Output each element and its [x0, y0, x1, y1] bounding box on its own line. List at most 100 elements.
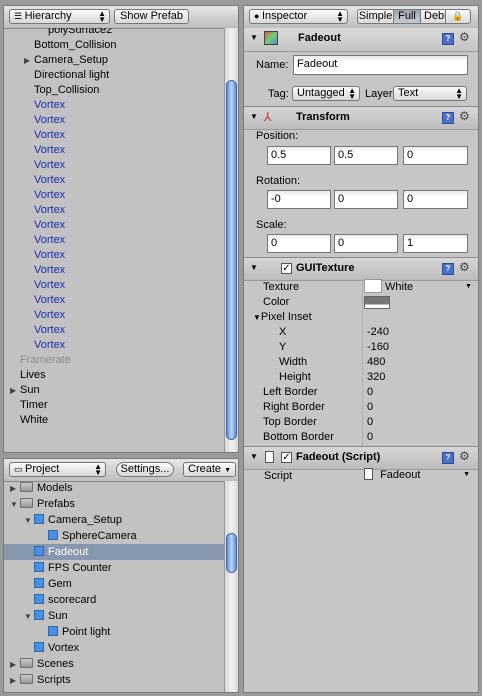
hierarchy-item[interactable]: Framerate: [4, 353, 71, 368]
collapse-triangle-icon[interactable]: ▼: [253, 313, 261, 322]
help-book-icon[interactable]: ?: [442, 112, 454, 124]
property-value[interactable]: 0: [367, 386, 373, 398]
scale-x-field[interactable]: 0: [267, 234, 331, 253]
project-item[interactable]: ▼ Camera_Setup: [4, 512, 224, 528]
hierarchy-item[interactable]: Vortex: [4, 293, 65, 308]
scale-y-field[interactable]: 0: [334, 234, 398, 253]
property-value[interactable]: 480: [367, 356, 385, 368]
expand-triangle-icon[interactable]: ▶: [10, 657, 20, 673]
gear-icon[interactable]: ⚙: [459, 449, 470, 463]
collapse-triangle-icon[interactable]: ▼: [250, 33, 258, 42]
script-header[interactable]: ▼ ✓ Fadeout (Script) ? ⚙: [244, 446, 478, 470]
expand-triangle-icon[interactable]: ▶: [24, 53, 34, 68]
collapse-triangle-icon[interactable]: ▼: [250, 112, 258, 121]
hierarchy-item[interactable]: Vortex: [4, 263, 65, 278]
script-field[interactable]: Fadeout ▼: [364, 468, 472, 481]
hierarchy-scroll-thumb[interactable]: [226, 80, 237, 440]
guitexture-header[interactable]: ▼ ✓ GUITexture ? ⚙: [244, 257, 478, 281]
gear-icon[interactable]: ⚙: [459, 30, 470, 44]
expand-triangle-icon[interactable]: ▼: [24, 513, 34, 529]
expand-triangle-icon[interactable]: ▶: [10, 383, 20, 398]
mode-full-button[interactable]: Full: [393, 9, 421, 24]
hierarchy-item[interactable]: Vortex: [4, 248, 65, 263]
position-z-field[interactable]: 0: [403, 146, 468, 165]
scale-z-field[interactable]: 1: [403, 234, 468, 253]
hierarchy-item[interactable]: Vortex: [4, 113, 65, 128]
hierarchy-item[interactable]: ▶ Sun: [4, 383, 40, 398]
hierarchy-item[interactable]: Vortex: [4, 308, 65, 323]
show-prefab-button[interactable]: Show Prefab: [114, 9, 189, 24]
name-field[interactable]: Fadeout: [293, 55, 468, 75]
property-value[interactable]: -160: [367, 341, 389, 353]
gear-icon[interactable]: ⚙: [459, 260, 470, 274]
project-item[interactable]: FPS Counter: [4, 560, 224, 576]
collapse-triangle-icon[interactable]: ▼: [250, 263, 258, 272]
hierarchy-item[interactable]: Vortex: [4, 203, 65, 218]
project-scrollbar[interactable]: [224, 481, 238, 692]
project-scroll-thumb[interactable]: [226, 533, 237, 573]
project-item[interactable]: ▶ Models: [4, 481, 224, 496]
property-value[interactable]: 0: [367, 416, 373, 428]
project-item[interactable]: ▼ Sun: [4, 608, 224, 624]
hierarchy-item[interactable]: Vortex: [4, 278, 65, 293]
project-item[interactable]: Gem: [4, 576, 224, 592]
hierarchy-item[interactable]: Vortex: [4, 143, 65, 158]
rotation-z-field[interactable]: 0: [403, 190, 468, 209]
property-value[interactable]: White: [385, 281, 413, 293]
hierarchy-scrollbar[interactable]: [224, 28, 238, 452]
hierarchy-item[interactable]: Timer: [4, 398, 48, 413]
help-book-icon[interactable]: ?: [442, 33, 454, 45]
expand-triangle-icon[interactable]: ▶: [10, 481, 20, 497]
property-value[interactable]: -240: [367, 326, 389, 338]
hierarchy-item[interactable]: Vortex: [4, 173, 65, 188]
position-x-field[interactable]: 0.5: [267, 146, 331, 165]
color-swatch[interactable]: [364, 296, 390, 309]
hierarchy-item[interactable]: Lives: [4, 368, 46, 383]
hierarchy-item[interactable]: Directional light: [4, 68, 109, 83]
texture-swatch[interactable]: [364, 279, 382, 293]
gear-icon[interactable]: ⚙: [459, 109, 470, 123]
create-button[interactable]: Create ▼: [183, 462, 236, 477]
expand-triangle-icon[interactable]: ▼: [24, 609, 34, 625]
hierarchy-item[interactable]: Vortex: [4, 158, 65, 173]
hierarchy-item[interactable]: Vortex: [4, 218, 65, 233]
hierarchy-item[interactable]: Vortex: [4, 188, 65, 203]
hierarchy-item[interactable]: White: [4, 413, 48, 428]
mode-simple-button[interactable]: Simple: [357, 9, 394, 24]
property-value[interactable]: 320: [367, 371, 385, 383]
expand-triangle-icon[interactable]: ▼: [10, 497, 20, 513]
hierarchy-item[interactable]: Vortex: [4, 338, 65, 353]
settings-button[interactable]: Settings...: [116, 462, 174, 477]
tag-dropdown[interactable]: Untagged ▲ ▼: [292, 86, 360, 101]
lock-button[interactable]: 🔒: [445, 9, 471, 24]
hierarchy-item[interactable]: Vortex: [4, 233, 65, 248]
project-item[interactable]: ▼ Prefabs: [4, 496, 224, 512]
hierarchy-item[interactable]: Vortex: [4, 323, 65, 338]
hierarchy-item[interactable]: Vortex: [4, 128, 65, 143]
script-enabled-checkbox[interactable]: ✓: [281, 452, 292, 463]
layer-dropdown[interactable]: Text ▲ ▼: [393, 86, 467, 101]
mode-debug-button[interactable]: Debu: [420, 9, 446, 24]
project-dropdown[interactable]: ▭ Project ▲ ▼: [9, 462, 106, 477]
chevron-down-icon[interactable]: ▼: [465, 283, 472, 290]
inspector-dropdown[interactable]: ● Inspector ▲ ▼: [249, 9, 348, 24]
rotation-y-field[interactable]: 0: [334, 190, 398, 209]
hierarchy-dropdown[interactable]: ☰ Hierarchy ▲ ▼: [9, 9, 110, 24]
help-book-icon[interactable]: ?: [442, 263, 454, 275]
project-item[interactable]: ▶ Scripts: [4, 672, 224, 688]
position-y-field[interactable]: 0.5: [334, 146, 398, 165]
expand-triangle-icon[interactable]: ▶: [10, 673, 20, 689]
project-item[interactable]: scorecard: [4, 592, 224, 608]
project-item[interactable]: SphereCamera: [4, 528, 224, 544]
hierarchy-item[interactable]: Top_Collision: [4, 83, 99, 98]
hierarchy-item[interactable]: Vortex: [4, 98, 65, 113]
project-item[interactable]: Fadeout: [4, 544, 224, 560]
hierarchy-item[interactable]: polySurface2: [4, 28, 112, 38]
hierarchy-item[interactable]: Bottom_Collision: [4, 38, 117, 53]
rotation-x-field[interactable]: -0: [267, 190, 331, 209]
collapse-triangle-icon[interactable]: ▼: [250, 452, 258, 461]
property-value[interactable]: 0: [367, 401, 373, 413]
help-book-icon[interactable]: ?: [442, 452, 454, 464]
transform-header[interactable]: ▼ ⅄ Transform ? ⚙: [244, 106, 478, 130]
hierarchy-item[interactable]: ▶ Camera_Setup: [4, 53, 108, 68]
